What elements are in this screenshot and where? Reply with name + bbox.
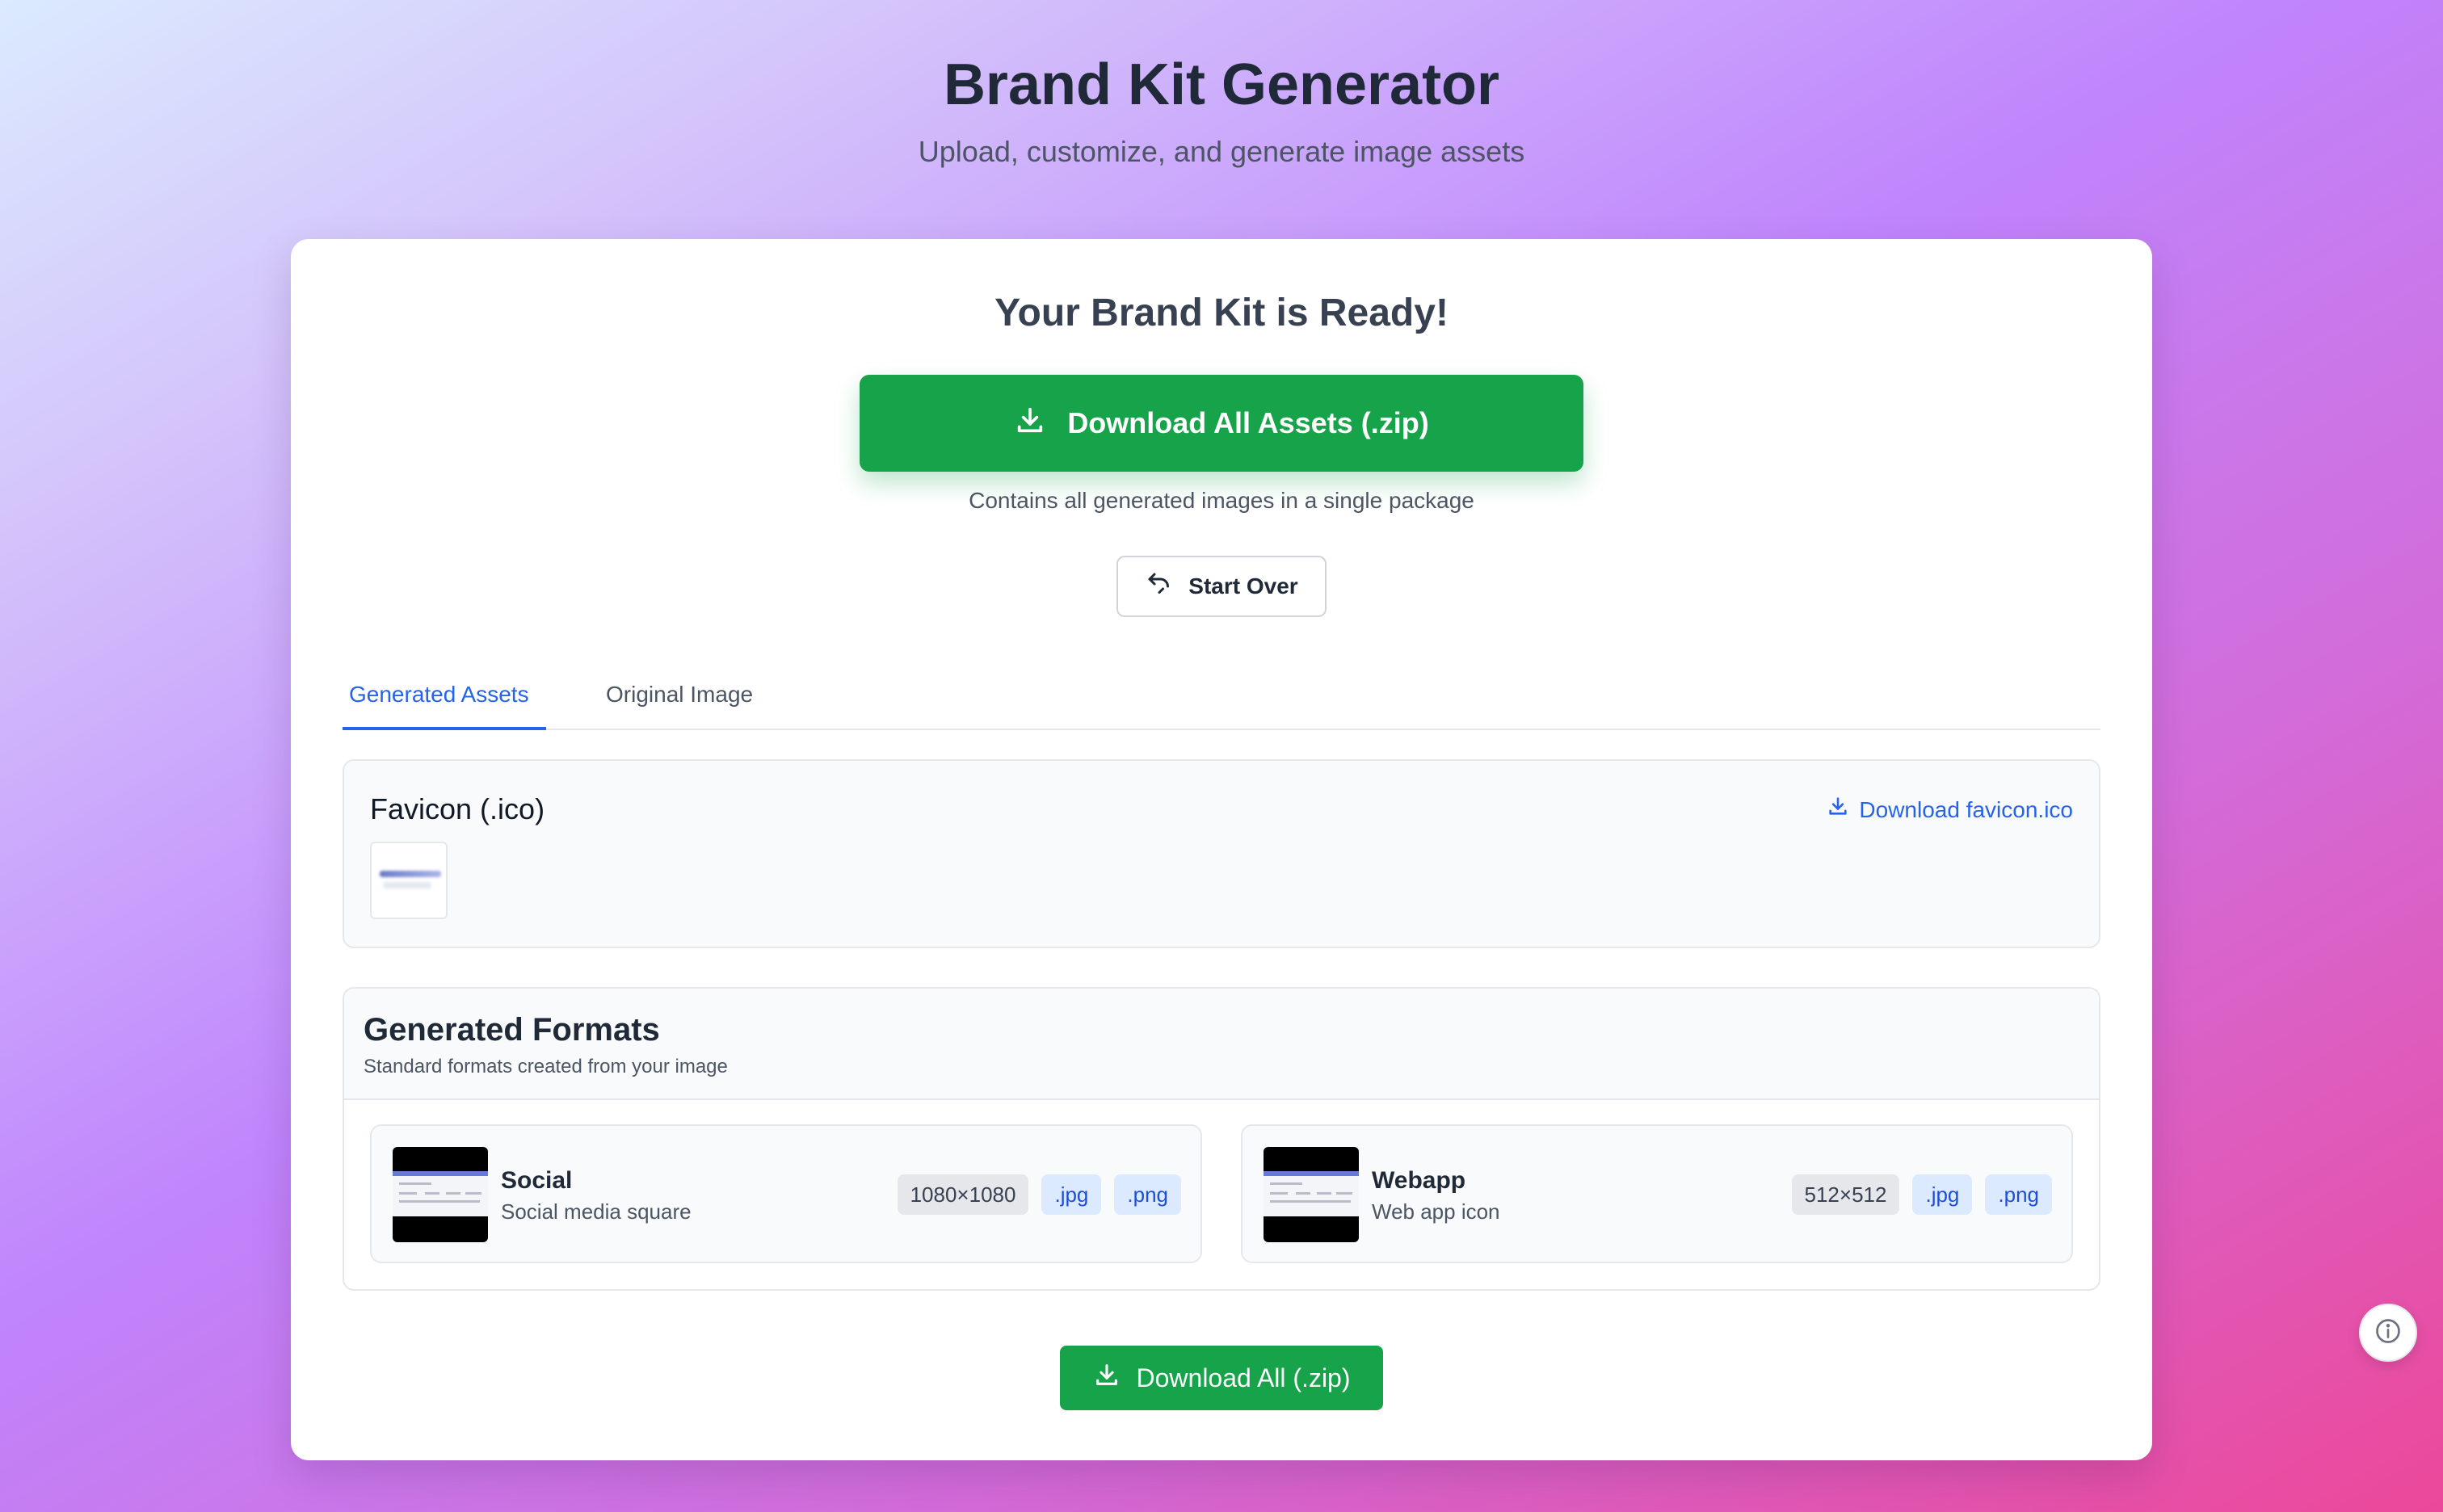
download-jpg-chip[interactable]: .jpg (1912, 1174, 1973, 1215)
tab-generated-assets[interactable]: Generated Assets (343, 675, 546, 730)
download-jpg-chip[interactable]: .jpg (1041, 1174, 1102, 1215)
favicon-panel: Favicon (.ico) Download favicon.ico (343, 759, 2100, 948)
result-card: Your Brand Kit is Ready! Download All As… (291, 239, 2152, 1460)
info-button[interactable] (2359, 1304, 2417, 1362)
download-all-button[interactable]: Download All (.zip) (1060, 1346, 1383, 1410)
app-title: Brand Kit Generator (943, 52, 1500, 117)
zip-caption: Contains all generated images in a singl… (969, 488, 1474, 513)
download-favicon-label: Download favicon.ico (1859, 796, 2073, 822)
format-preview-thumbnail (393, 1147, 488, 1242)
favicon-title: Favicon (.ico) (370, 792, 545, 825)
format-card-webapp: Webapp Web app icon 512×512 .jpg .png (1241, 1124, 2073, 1263)
format-card-social: Social Social media square 1080×1080 .jp… (370, 1124, 1202, 1263)
size-badge: 512×512 (1791, 1174, 1900, 1215)
app-subtitle: Upload, customize, and generate image as… (918, 135, 1525, 168)
start-over-button[interactable]: Start Over (1116, 556, 1327, 617)
format-name: Webapp (1372, 1167, 1466, 1194)
download-png-chip[interactable]: .png (1985, 1174, 2052, 1215)
undo-icon (1145, 569, 1174, 604)
tab-original-image[interactable]: Original Image (599, 675, 769, 730)
format-name: Social (501, 1167, 573, 1194)
size-badge: 1080×1080 (897, 1174, 1029, 1215)
asset-tabs: Generated Assets Original Image (343, 675, 2100, 730)
download-all-label: Download All (.zip) (1136, 1363, 1351, 1392)
ready-title: Your Brand Kit is Ready! (994, 292, 1449, 334)
format-preview-thumbnail (1264, 1147, 1359, 1242)
download-favicon-link[interactable]: Download favicon.ico (1827, 795, 2073, 825)
info-icon (2374, 1317, 2403, 1350)
download-all-assets-button[interactable]: Download All Assets (.zip) (860, 375, 1583, 472)
format-description: Web app icon (1372, 1199, 1500, 1224)
format-chips: 1080×1080 .jpg .png (897, 1174, 1181, 1215)
formats-header: Generated Formats Standard formats creat… (344, 989, 2099, 1100)
format-chips: 512×512 .jpg .png (1791, 1174, 2052, 1215)
download-all-assets-label: Download All Assets (.zip) (1067, 406, 1429, 439)
download-icon (1093, 1361, 1121, 1395)
format-description: Social media square (501, 1199, 692, 1224)
download-icon (1014, 404, 1046, 443)
formats-subtitle: Standard formats created from your image (364, 1056, 728, 1077)
generated-formats-panel: Generated Formats Standard formats creat… (343, 987, 2100, 1291)
favicon-preview (370, 842, 448, 919)
start-over-label: Start Over (1188, 573, 1298, 598)
formats-title: Generated Formats (364, 1012, 660, 1048)
download-icon (1827, 795, 1849, 825)
download-png-chip[interactable]: .png (1114, 1174, 1181, 1215)
